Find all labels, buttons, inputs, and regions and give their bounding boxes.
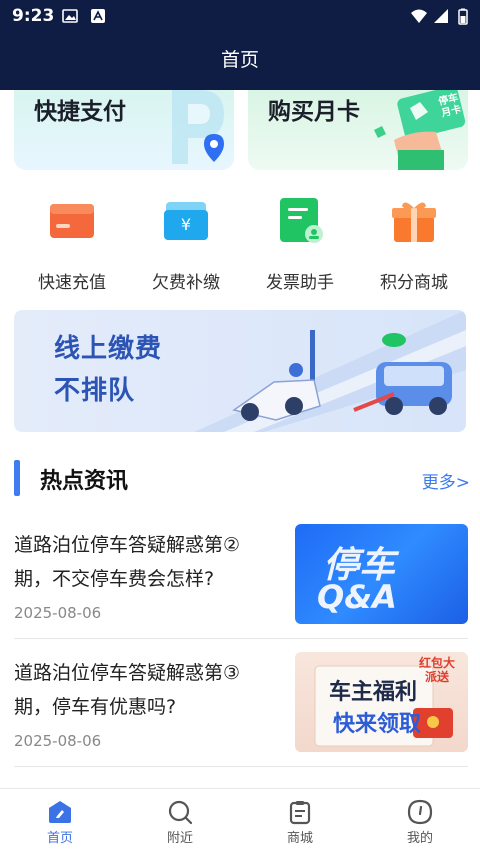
menu-label-recharge: 快速充值 <box>38 273 106 293</box>
tab-label-mine: 我的 <box>406 831 433 846</box>
gallery-icon <box>62 9 78 23</box>
divider <box>14 638 468 639</box>
text-notification-icon <box>91 9 105 23</box>
news-thumbnail: 停车 Q&A <box>295 524 468 624</box>
clipboard-icon <box>289 801 311 825</box>
news-date: 2025-08-06 <box>14 604 102 622</box>
menu-item-recharge[interactable]: 快速充值 <box>20 196 120 293</box>
quick-pay-title: 快捷支付 <box>34 99 126 125</box>
page-header: 首页 <box>0 32 480 90</box>
news-more-link[interactable]: 更多> <box>422 468 470 493</box>
wallet-icon <box>50 204 94 238</box>
news-title: 道路泊位停车答疑解惑第③期，停车有优惠吗? <box>14 662 241 718</box>
parking-p-icon <box>172 90 224 164</box>
thumbnail-text: Q&A <box>317 578 397 616</box>
promo-banner[interactable]: 线上缴费 不排队 <box>14 310 466 432</box>
news-title: 道路泊位停车答疑解惑第②期，不交停车费会怎样? <box>14 534 241 590</box>
news-section-title: 热点资讯 <box>40 469 129 494</box>
profile-icon <box>407 799 433 825</box>
banner-line-2: 不排队 <box>54 376 136 406</box>
battery-icon <box>458 8 468 25</box>
wifi-icon <box>411 9 427 23</box>
divider <box>14 766 468 767</box>
news-item-2[interactable]: 道路泊位停车答疑解惑第③期，停车有优惠吗? 2025-08-06 车主福利 快来… <box>0 652 480 780</box>
red-packet-badge: 红包大派送 <box>418 656 455 684</box>
tab-nearby[interactable]: 附近 <box>120 789 240 853</box>
status-bar: 9:23 <box>0 0 480 32</box>
news-date: 2025-08-06 <box>14 732 102 750</box>
menu-label-invoice: 发票助手 <box>266 273 334 293</box>
home-content[interactable]: 快捷支付 购买月卡 停车月卡 快速充值 ¥ 欠费补缴 发票助手 积分商城 线上缴… <box>0 90 480 788</box>
news-thumbnail: 车主福利 快来领取 红包大派送 <box>295 652 468 752</box>
menu-label-points-mall: 积分商城 <box>380 273 448 293</box>
thumbnail-text: 快来领取 <box>333 712 422 737</box>
news-item-1[interactable]: 道路泊位停车答疑解惑第②期，不交停车费会怎样? 2025-08-06 停车 Q&… <box>0 524 480 652</box>
menu-item-arrears[interactable]: ¥ 欠费补缴 <box>134 196 234 293</box>
tab-home[interactable]: 首页 <box>0 789 120 853</box>
bottom-tab-bar: 首页 附近 商城 我的 <box>0 788 480 853</box>
status-time: 9:23 <box>12 6 55 26</box>
tab-mine[interactable]: 我的 <box>360 789 480 853</box>
buy-monthly-title: 购买月卡 <box>268 99 360 125</box>
gift-icon <box>392 202 436 242</box>
menu-item-points-mall[interactable]: 积分商城 <box>362 196 462 293</box>
page-title: 首页 <box>220 49 259 71</box>
tab-label-mall: 商城 <box>286 831 313 846</box>
section-accent-bar <box>14 460 20 496</box>
tab-label-nearby: 附近 <box>166 831 193 846</box>
menu-item-invoice[interactable]: 发票助手 <box>248 196 348 293</box>
tab-mall[interactable]: 商城 <box>240 789 360 853</box>
svg-text:¥: ¥ <box>181 215 191 234</box>
tab-label-home: 首页 <box>46 831 73 846</box>
buy-monthly-card[interactable]: 购买月卡 停车月卡 <box>248 90 468 170</box>
quick-pay-card[interactable]: 快捷支付 <box>14 90 234 170</box>
banner-line-1: 线上缴费 <box>54 334 163 364</box>
search-icon <box>168 800 193 825</box>
signal-icon <box>434 9 448 23</box>
invoice-icon <box>280 198 323 243</box>
home-icon <box>49 801 71 823</box>
menu-label-arrears: 欠费补缴 <box>152 273 220 293</box>
news-section-header: 热点资讯 更多> <box>14 458 470 498</box>
thumbnail-text: 车主福利 <box>329 680 418 705</box>
yen-card-icon: ¥ <box>164 202 208 240</box>
